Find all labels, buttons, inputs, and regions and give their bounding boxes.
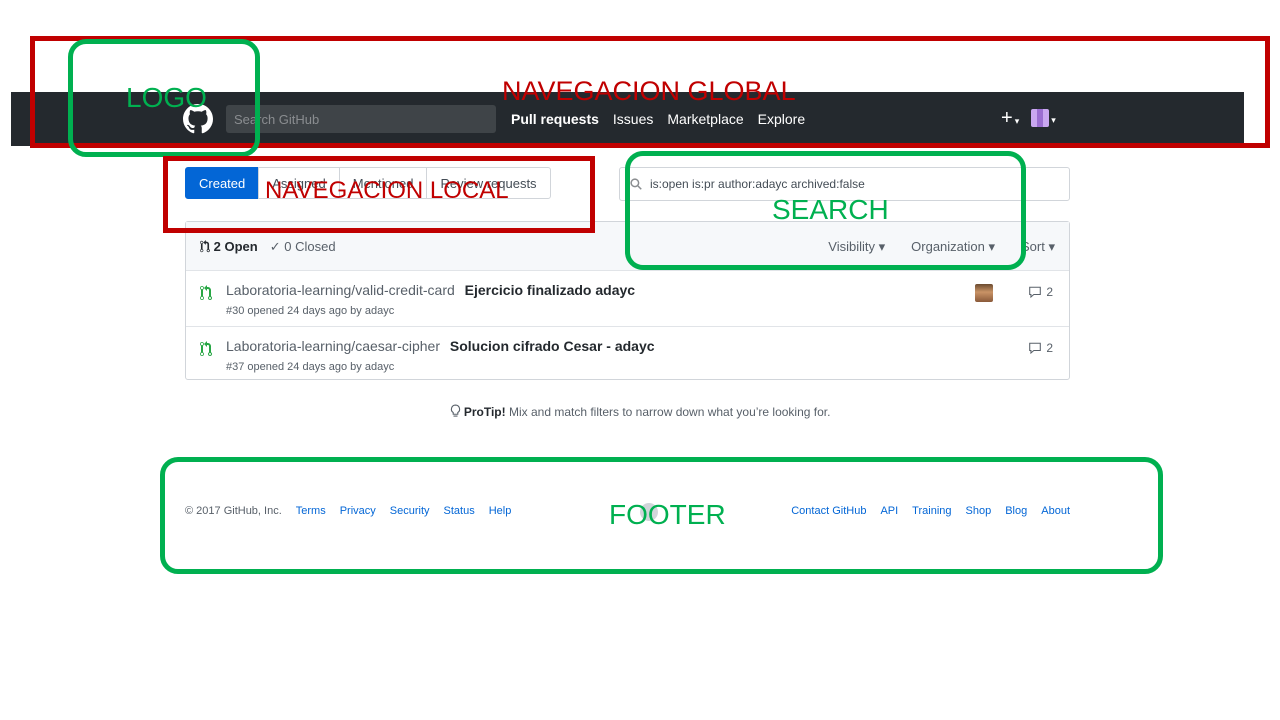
pr-meta: #30 opened 24 days ago by adayc [226,305,395,317]
pr-title-link[interactable]: Ejercicio finalizado adayc [465,282,635,298]
global-nav-annotation-label: NAVEGACION GLOBAL [502,76,796,106]
protip-label: ProTip! [463,405,506,419]
comment-icon [1029,342,1042,354]
logo-annotation-label: LOGO [126,82,207,113]
search-annotation-label: SEARCH [772,194,889,225]
pull-request-icon [200,240,210,253]
row-title-line: Laboratoria-learning/caesar-cipher Soluc… [226,338,655,354]
closed-count: 0 Closed [284,239,336,254]
pull-request-icon [200,285,212,300]
comment-count: 2 [1046,285,1053,299]
footer-annotation-label: FOOTER [609,499,726,530]
row-title-line: Laboratoria-learning/valid-credit-card E… [226,282,635,298]
state-toggle: 2 Open ✓ 0 Closed [200,239,336,255]
lightbulb-icon [450,404,460,417]
table-row: Laboratoria-learning/valid-credit-card E… [186,271,1069,327]
check-icon: ✓ [269,239,281,254]
pr-title-link[interactable]: Solucion cifrado Cesar - adayc [450,338,655,354]
repo-link[interactable]: Laboratoria-learning/valid-credit-card [226,282,455,298]
protip-text: Mix and match filters to narrow down wha… [505,405,831,419]
pull-request-icon [200,341,212,356]
comment-count: 2 [1046,341,1053,355]
repo-link[interactable]: Laboratoria-learning/caesar-cipher [226,338,440,354]
open-filter[interactable]: 2 Open [200,239,258,255]
comments-link[interactable]: 2 [1028,285,1053,299]
avatar[interactable] [975,284,993,302]
closed-filter[interactable]: ✓ 0 Closed [270,239,336,255]
comment-icon [1029,286,1042,298]
pr-meta: #37 opened 24 days ago by adayc [226,361,395,373]
open-count: 2 Open [213,239,258,254]
local-nav-annotation-label: NAVEGACION LOCAL [265,177,509,204]
protip: ProTip! Mix and match filters to narrow … [0,404,1280,419]
table-row: Laboratoria-learning/caesar-cipher Soluc… [186,327,1069,382]
comments-link[interactable]: 2 [1028,341,1053,355]
sort-dropdown[interactable]: Sort ▾ [1021,239,1055,255]
